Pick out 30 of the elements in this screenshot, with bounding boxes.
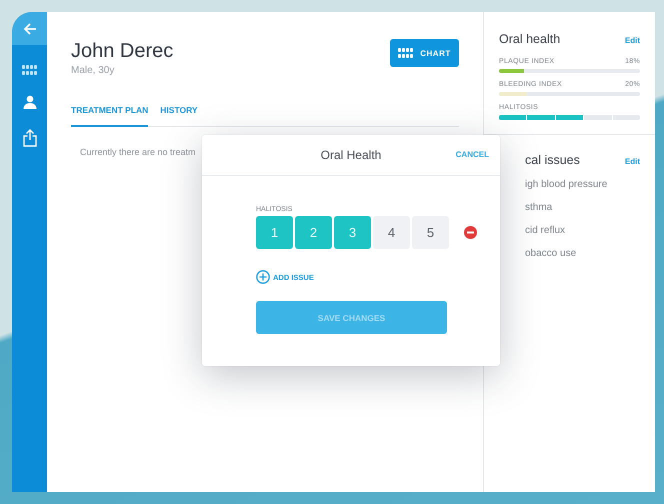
save-changes-button[interactable]: SAVE CHANGES — [256, 301, 447, 334]
tab[interactable]: TREATMENT PLAN — [71, 105, 148, 127]
score-button[interactable]: 4 — [373, 216, 410, 249]
score-button[interactable]: 2 — [295, 216, 332, 249]
empty-message: Currently there are no treatm — [80, 147, 196, 157]
plus-icon — [256, 270, 270, 284]
teeth-icon — [398, 48, 414, 58]
modal-title: Oral Health — [320, 148, 382, 162]
chart-button[interactable]: CHART — [390, 39, 459, 67]
score-button[interactable]: 3 — [334, 216, 371, 249]
edit-link[interactable]: Edit — [624, 157, 640, 166]
section-title: Oral health — [499, 32, 560, 46]
section-title: cal issues — [525, 153, 580, 167]
tab[interactable]: HISTORY — [160, 105, 198, 127]
issue-item: sthma — [525, 202, 554, 213]
patient-details: Male, 30y — [71, 65, 116, 76]
person-icon[interactable] — [22, 95, 36, 109]
issue-item: cid reflux — [525, 225, 566, 236]
patient-name: John Derec — [71, 40, 174, 63]
share-icon[interactable] — [22, 129, 36, 147]
teeth-icon[interactable] — [22, 65, 38, 75]
edit-link[interactable]: Edit — [624, 36, 640, 45]
back-button[interactable] — [12, 12, 47, 45]
issue-item: obacco use — [525, 248, 578, 259]
back-arrow-icon — [22, 22, 36, 36]
issue-item: igh blood pressure — [525, 179, 608, 190]
remove-icon[interactable] — [464, 226, 477, 239]
score-button[interactable]: 1 — [256, 216, 293, 249]
cancel-button[interactable]: CANCEL — [456, 150, 489, 159]
score-button[interactable]: 5 — [412, 216, 449, 249]
